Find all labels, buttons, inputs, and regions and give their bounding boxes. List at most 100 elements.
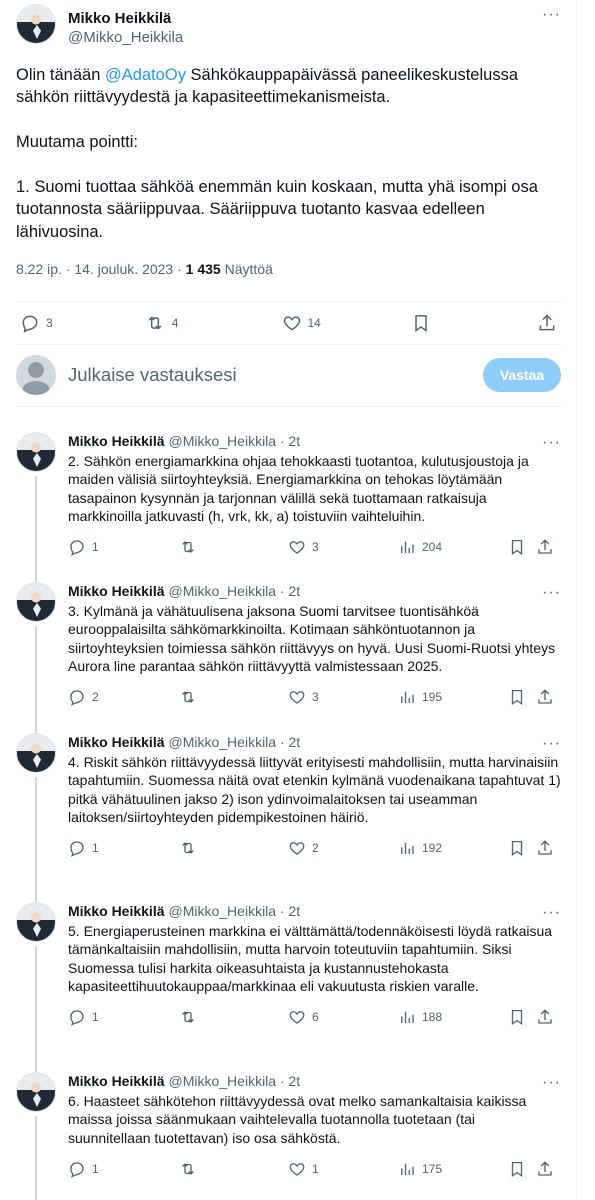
thread-line xyxy=(35,777,37,905)
author-name[interactable]: Mikko Heikkilä xyxy=(68,902,165,920)
reply-tweet[interactable]: Mikko Heikkilä @Mikko_Heikkila · 2t ··· 4.… xyxy=(16,733,561,905)
like-button[interactable]: 2 xyxy=(288,839,398,857)
retweet-button[interactable] xyxy=(178,839,288,857)
bookmark-button[interactable] xyxy=(508,839,536,857)
author-handle[interactable]: @Mikko_Heikkila · 2t xyxy=(169,432,301,450)
retweet-icon xyxy=(178,538,198,556)
bar-chart-icon xyxy=(398,688,416,706)
reply-input[interactable]: Julkaise vastauksesi xyxy=(68,364,237,386)
bookmark-icon xyxy=(508,688,526,706)
bookmark-button[interactable] xyxy=(508,688,536,706)
reply-body: Mikko Heikkilä @Mikko_Heikkila · 2t ··· 3.… xyxy=(68,582,561,707)
author-handle[interactable]: @Mikko_Heikkila · 2t xyxy=(169,1072,301,1090)
views-button[interactable]: 192 xyxy=(398,839,508,857)
author-name[interactable]: Mikko Heikkilä xyxy=(68,9,183,28)
reply-tweet[interactable]: Mikko Heikkilä @Mikko_Heikkila · 2t ··· 6.… xyxy=(16,1072,561,1200)
bookmark-button[interactable] xyxy=(508,1160,536,1178)
thread-line xyxy=(35,476,37,590)
reply-button[interactable]: 1 xyxy=(68,1160,178,1178)
reply-composer: Julkaise vastauksesi Vastaa xyxy=(16,343,561,407)
like-button[interactable]: 1 xyxy=(288,1160,398,1178)
more-options-icon[interactable]: ··· xyxy=(542,4,561,24)
author-handle[interactable]: @Mikko_Heikkila xyxy=(68,28,183,47)
bar-chart-icon xyxy=(398,538,416,556)
share-button[interactable] xyxy=(536,1008,556,1026)
main-tweet-header: Mikko Heikkilä @Mikko_Heikkila ··· xyxy=(16,4,561,54)
reply-header: Mikko Heikkilä @Mikko_Heikkila · 2t ··· xyxy=(68,902,561,921)
more-options-icon[interactable]: ··· xyxy=(542,582,561,601)
views-button[interactable]: 195 xyxy=(398,688,508,706)
more-options-icon[interactable]: ··· xyxy=(542,1072,561,1091)
share-icon xyxy=(536,1008,554,1026)
share-icon xyxy=(536,1160,554,1178)
reply-submit-button[interactable]: Vastaa xyxy=(483,357,561,392)
views-button[interactable]: 204 xyxy=(398,538,508,556)
views-button[interactable]: 188 xyxy=(398,1008,508,1026)
bookmark-button[interactable] xyxy=(411,313,537,333)
like-button[interactable]: 14 xyxy=(282,313,412,333)
heart-icon xyxy=(288,1160,306,1178)
share-button[interactable] xyxy=(536,839,556,857)
bar-chart-icon xyxy=(398,1160,416,1178)
share-button[interactable] xyxy=(536,1160,556,1178)
avatar[interactable] xyxy=(16,902,56,942)
share-button[interactable] xyxy=(536,538,556,556)
reply-count: 1 xyxy=(92,1010,99,1025)
reply-button[interactable]: 3 xyxy=(20,313,144,334)
share-button[interactable] xyxy=(537,313,557,333)
avatar[interactable] xyxy=(16,432,56,472)
thread-panel: Mikko Heikkilä @Mikko_Heikkila ··· Olin … xyxy=(0,0,577,1200)
author-name[interactable]: Mikko Heikkilä xyxy=(68,1072,165,1090)
views-button[interactable]: 175 xyxy=(398,1160,508,1178)
author-handle[interactable]: @Mikko_Heikkila · 2t xyxy=(169,733,301,751)
retweet-button[interactable]: 4 xyxy=(144,313,282,333)
scrollbar[interactable] xyxy=(577,0,595,1200)
like-button[interactable]: 3 xyxy=(288,688,398,706)
mention-link[interactable]: @AdatoOy xyxy=(105,66,186,84)
like-count: 1 xyxy=(312,1161,319,1176)
bookmark-icon xyxy=(411,313,431,333)
timestamp[interactable]: 8.22 ip. · 14. jouluk. 2023 · xyxy=(16,261,186,277)
bookmark-button[interactable] xyxy=(508,538,536,556)
reply-action-bar: 1 3 204 xyxy=(68,537,561,557)
like-count: 2 xyxy=(312,841,319,856)
author-name[interactable]: Mikko Heikkilä xyxy=(68,733,165,751)
avatar[interactable] xyxy=(16,1072,56,1112)
reply-tweet[interactable]: Mikko Heikkilä @Mikko_Heikkila · 2t ··· 3.… xyxy=(16,582,561,736)
avatar[interactable] xyxy=(16,733,56,773)
author-handle[interactable]: @Mikko_Heikkila · 2t xyxy=(169,902,301,920)
avatar[interactable] xyxy=(16,4,56,44)
bookmark-icon xyxy=(508,1008,526,1026)
reply-body: Mikko Heikkilä @Mikko_Heikkila · 2t ··· 2.… xyxy=(68,432,561,557)
more-options-icon[interactable]: ··· xyxy=(542,733,561,752)
reply-tweet[interactable]: Mikko Heikkilä @Mikko_Heikkila · 2t ··· 2.… xyxy=(16,432,561,590)
author-name[interactable]: Mikko Heikkilä xyxy=(68,432,165,450)
retweet-button[interactable] xyxy=(178,1160,288,1178)
reply-button[interactable]: 2 xyxy=(68,688,178,707)
more-options-icon[interactable]: ··· xyxy=(542,432,561,451)
reply-count: 1 xyxy=(92,540,99,555)
avatar[interactable] xyxy=(16,582,56,622)
reply-button[interactable]: 1 xyxy=(68,839,178,858)
retweet-button[interactable] xyxy=(178,688,288,706)
reply-body: Mikko Heikkilä @Mikko_Heikkila · 2t ··· 5.… xyxy=(68,902,561,1027)
like-button[interactable]: 6 xyxy=(288,1008,398,1026)
retweet-icon xyxy=(178,839,198,857)
author-handle[interactable]: @Mikko_Heikkila · 2t xyxy=(169,582,301,600)
reply-button[interactable]: 1 xyxy=(68,1008,178,1027)
author-name[interactable]: Mikko Heikkilä xyxy=(68,582,165,600)
retweet-button[interactable] xyxy=(178,1008,288,1026)
retweet-button[interactable] xyxy=(178,538,288,556)
reply-count: 1 xyxy=(92,841,99,856)
reply-button[interactable]: 1 xyxy=(68,538,178,557)
like-button[interactable]: 3 xyxy=(288,538,398,556)
retweet-icon xyxy=(178,1008,198,1026)
reply-icon xyxy=(20,313,40,334)
tweet-text-rest: Sähkökauppapäivässä paneelikeskustelussa… xyxy=(16,66,538,241)
share-button[interactable] xyxy=(536,688,556,706)
reply-tweet[interactable]: Mikko Heikkilä @Mikko_Heikkila · 2t ··· 5.… xyxy=(16,902,561,1074)
thread-line xyxy=(35,946,37,1074)
more-options-icon[interactable]: ··· xyxy=(542,902,561,921)
bookmark-button[interactable] xyxy=(508,1008,536,1026)
reply-count: 2 xyxy=(92,690,99,705)
